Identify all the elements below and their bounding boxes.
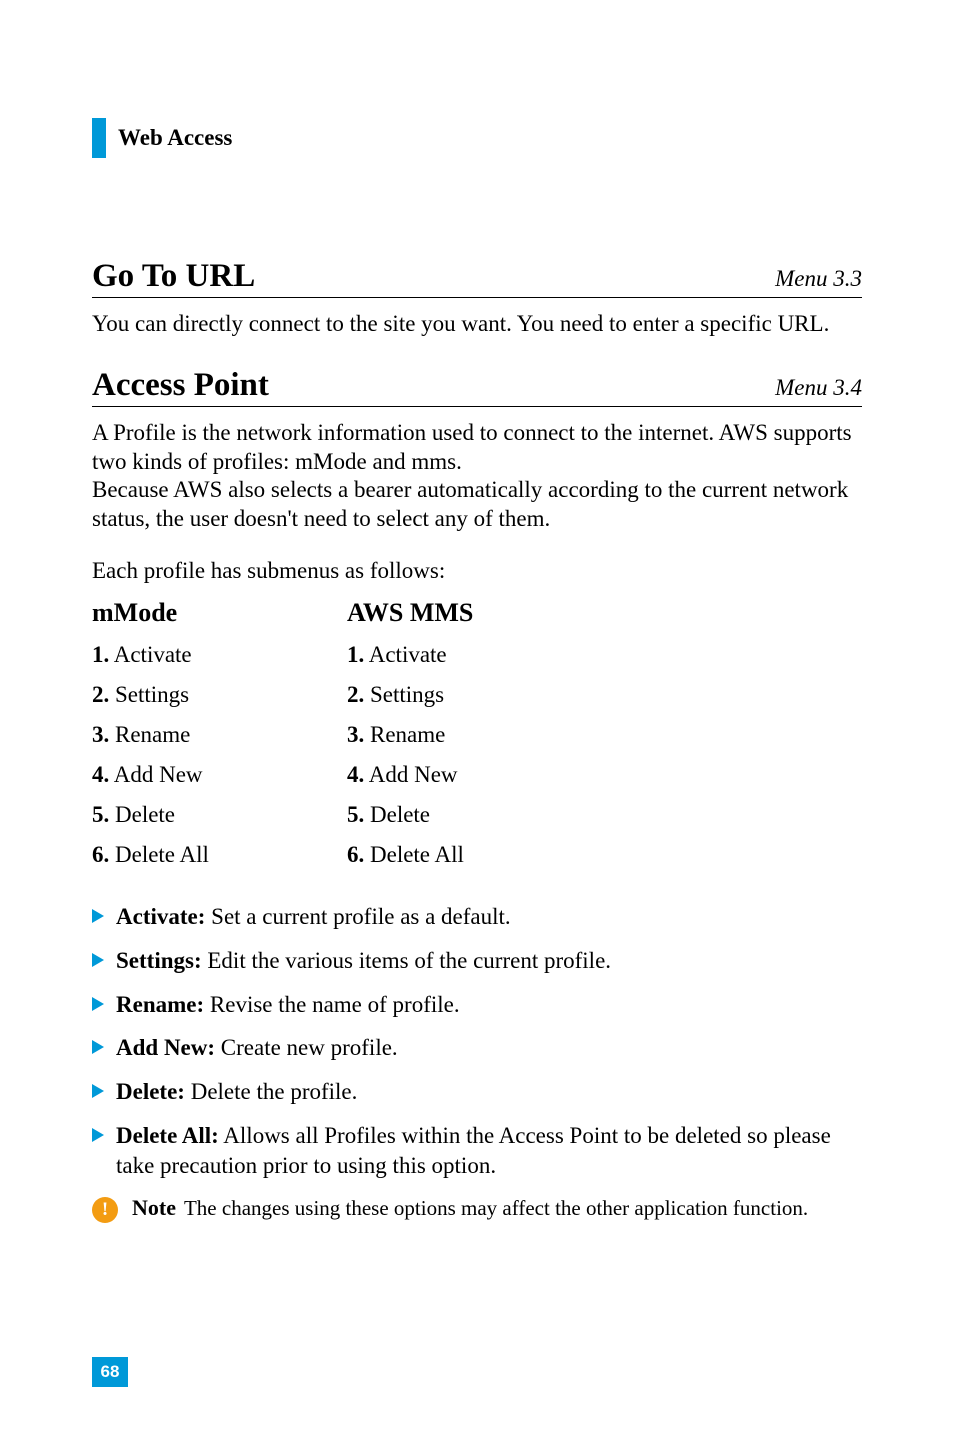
note-text: The changes using these options may affe… xyxy=(184,1196,808,1220)
column-header: AWS MMS xyxy=(347,598,542,628)
menu-label: Menu 3.4 xyxy=(775,375,862,401)
bullet-item: Settings: Edit the various items of the … xyxy=(92,946,862,976)
list-item: 1. Activate xyxy=(347,642,542,668)
list-item: 6. Delete All xyxy=(347,842,542,868)
list-item: 2. Settings xyxy=(92,682,287,708)
section-title: Go To URL xyxy=(92,258,255,295)
column-header: mMode xyxy=(92,598,287,628)
note-row: ! Note The changes using these options ma… xyxy=(92,1195,862,1223)
list-item: 4. Add New xyxy=(92,762,287,788)
list-item: 3. Rename xyxy=(347,722,542,748)
list-item: 4. Add New xyxy=(347,762,542,788)
triangle-icon xyxy=(92,953,104,967)
triangle-icon xyxy=(92,997,104,1011)
bullet-list: Activate: Set a current profile as a def… xyxy=(92,902,862,1181)
list-item: 1. Activate xyxy=(92,642,287,668)
list-item: 5. Delete xyxy=(92,802,287,828)
profile-columns: mMode 1. Activate 2. Settings 3. Rename … xyxy=(92,598,862,882)
header-title: Web Access xyxy=(118,125,232,151)
triangle-icon xyxy=(92,1084,104,1098)
list-item: 6. Delete All xyxy=(92,842,287,868)
section-body-para2: Because AWS also selects a bearer automa… xyxy=(92,476,862,534)
section-heading-go-to-url: Go To URL Menu 3.3 xyxy=(92,258,862,298)
list-item: 3. Rename xyxy=(92,722,287,748)
bullet-item: Add New: Create new profile. xyxy=(92,1033,862,1063)
triangle-icon xyxy=(92,1040,104,1054)
section-body: You can directly connect to the site you… xyxy=(92,310,862,339)
page-header: Web Access xyxy=(92,118,862,158)
submenu-intro: Each profile has submenus as follows: xyxy=(92,558,862,584)
menu-label: Menu 3.3 xyxy=(775,266,862,292)
section-heading-access-point: Access Point Menu 3.4 xyxy=(92,367,862,407)
section-body-para1: A Profile is the network information use… xyxy=(92,419,862,477)
note-label: Note xyxy=(132,1195,176,1220)
section-title: Access Point xyxy=(92,367,269,404)
header-accent-bar xyxy=(92,118,106,158)
bullet-item: Delete: Delete the profile. xyxy=(92,1077,862,1107)
triangle-icon xyxy=(92,909,104,923)
column-mmode: mMode 1. Activate 2. Settings 3. Rename … xyxy=(92,598,287,882)
page-number: 68 xyxy=(92,1357,128,1387)
alert-icon: ! xyxy=(92,1197,118,1223)
list-item: 5. Delete xyxy=(347,802,542,828)
list-item: 2. Settings xyxy=(347,682,542,708)
bullet-item: Rename: Revise the name of profile. xyxy=(92,990,862,1020)
column-aws-mms: AWS MMS 1. Activate 2. Settings 3. Renam… xyxy=(347,598,542,882)
triangle-icon xyxy=(92,1128,104,1142)
bullet-item: Activate: Set a current profile as a def… xyxy=(92,902,862,932)
bullet-item: Delete All: Allows all Profiles within t… xyxy=(92,1121,862,1181)
